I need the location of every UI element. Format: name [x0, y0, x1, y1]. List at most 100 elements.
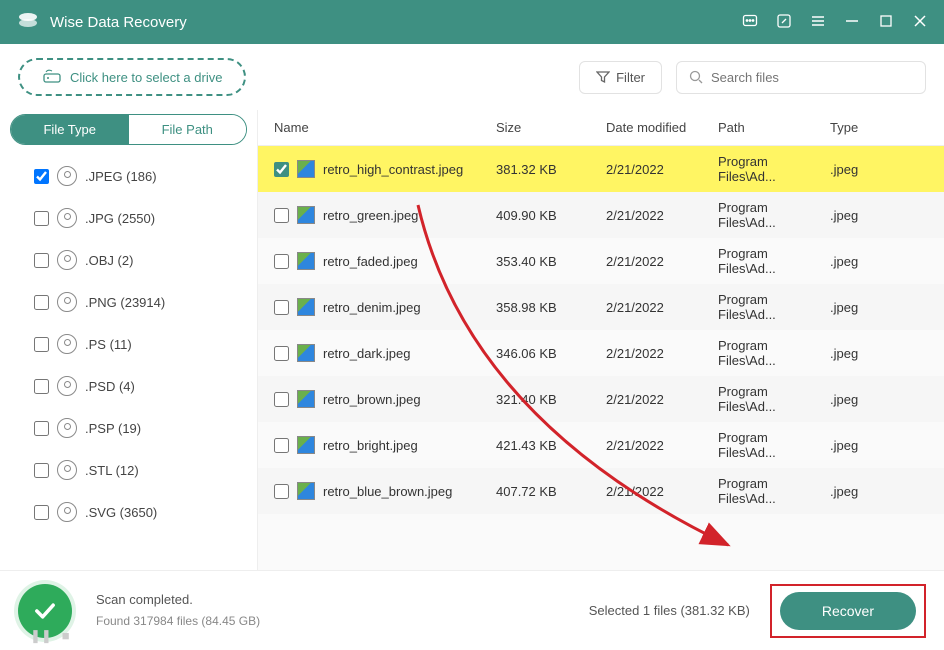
col-size[interactable]: Size [488, 110, 598, 145]
feedback-icon[interactable] [742, 13, 758, 32]
table-row[interactable]: retro_blue_brown.jpeg 407.72 KB 2/21/202… [258, 468, 944, 514]
row-checkbox[interactable] [274, 438, 289, 453]
type-label: .OBJ (2) [85, 253, 133, 268]
type-label: .PNG (23914) [85, 295, 165, 310]
row-checkbox[interactable] [274, 484, 289, 499]
minimize-icon[interactable] [844, 13, 860, 32]
type-item[interactable]: .PSD (4) [4, 365, 253, 407]
tab-file-path[interactable]: File Path [129, 115, 247, 144]
type-item[interactable]: .STL (12) [4, 449, 253, 491]
row-checkbox[interactable] [274, 162, 289, 177]
person-icon [57, 418, 77, 438]
sidebar: File Type File Path .JPEG (186) .JPG (25… [0, 110, 258, 570]
search-icon [689, 70, 703, 84]
file-path: Program Files\Ad... [710, 466, 822, 516]
file-size: 381.32 KB [488, 152, 598, 187]
col-type[interactable]: Type [822, 110, 892, 145]
type-item[interactable]: .PNG (23914) [4, 281, 253, 323]
row-checkbox[interactable] [274, 208, 289, 223]
file-date: 2/21/2022 [598, 382, 710, 417]
type-item[interactable]: .PSP (19) [4, 407, 253, 449]
titlebar: Wise Data Recovery [0, 0, 944, 44]
file-thumbnail-icon [297, 252, 315, 270]
file-type: .jpeg [822, 198, 892, 233]
row-checkbox[interactable] [274, 300, 289, 315]
type-checkbox[interactable] [34, 337, 49, 352]
maximize-icon[interactable] [878, 13, 894, 32]
type-checkbox[interactable] [34, 253, 49, 268]
table-row[interactable]: retro_faded.jpeg 353.40 KB 2/21/2022 Pro… [258, 238, 944, 284]
type-list: .JPEG (186) .JPG (2550) .OBJ (2) .PNG (2… [0, 155, 257, 570]
file-date: 2/21/2022 [598, 428, 710, 463]
table-row[interactable]: retro_brown.jpeg 321.40 KB 2/21/2022 Pro… [258, 376, 944, 422]
type-item[interactable]: .JPG (2550) [4, 197, 253, 239]
file-thumbnail-icon [297, 298, 315, 316]
file-thumbnail-icon [297, 206, 315, 224]
recover-highlight: Recover [770, 584, 926, 638]
col-name[interactable]: Name [258, 110, 488, 145]
filter-button[interactable]: Filter [579, 61, 662, 94]
type-label: .SVG (3650) [85, 505, 157, 520]
type-label: .PS (11) [85, 337, 132, 352]
scan-controls: ❚❚ ■ [30, 628, 70, 644]
recover-button[interactable]: Recover [780, 592, 916, 630]
type-item[interactable]: .OBJ (2) [4, 239, 253, 281]
row-checkbox[interactable] [274, 254, 289, 269]
type-checkbox[interactable] [34, 169, 49, 184]
tab-file-type[interactable]: File Type [11, 115, 129, 144]
table-row[interactable]: retro_green.jpeg 409.90 KB 2/21/2022 Pro… [258, 192, 944, 238]
type-checkbox[interactable] [34, 211, 49, 226]
person-icon [57, 250, 77, 270]
person-icon [57, 166, 77, 186]
table-row[interactable]: retro_dark.jpeg 346.06 KB 2/21/2022 Prog… [258, 330, 944, 376]
table-row[interactable]: retro_high_contrast.jpeg 381.32 KB 2/21/… [258, 146, 944, 192]
file-path: Program Files\Ad... [710, 146, 822, 194]
table-row[interactable]: retro_denim.jpeg 358.98 KB 2/21/2022 Pro… [258, 284, 944, 330]
app-logo-icon [16, 10, 40, 34]
file-date: 2/21/2022 [598, 152, 710, 187]
menu-icon[interactable] [810, 13, 826, 32]
filter-label: Filter [616, 70, 645, 85]
type-item[interactable]: .PS (11) [4, 323, 253, 365]
table-row[interactable]: retro_bright.jpeg 421.43 KB 2/21/2022 Pr… [258, 422, 944, 468]
sidebar-tabs: File Type File Path [10, 114, 247, 145]
file-name: retro_green.jpeg [323, 208, 418, 223]
row-checkbox[interactable] [274, 392, 289, 407]
type-checkbox[interactable] [34, 505, 49, 520]
type-item[interactable]: .JPEG (186) [4, 155, 253, 197]
search-box[interactable] [676, 61, 926, 94]
file-name: retro_brown.jpeg [323, 392, 421, 407]
person-icon [57, 502, 77, 522]
col-date[interactable]: Date modified [598, 110, 710, 145]
row-checkbox[interactable] [274, 346, 289, 361]
status-text: Scan completed. Found 317984 files (84.4… [96, 588, 260, 633]
type-checkbox[interactable] [34, 295, 49, 310]
type-checkbox[interactable] [34, 421, 49, 436]
file-path: Program Files\Ad... [710, 374, 822, 424]
status-detail: Found 317984 files (84.45 GB) [96, 611, 260, 633]
type-checkbox[interactable] [34, 379, 49, 394]
file-size: 421.43 KB [488, 428, 598, 463]
file-type: .jpeg [822, 152, 892, 187]
file-name: retro_denim.jpeg [323, 300, 421, 315]
file-path: Program Files\Ad... [710, 190, 822, 240]
person-icon [57, 208, 77, 228]
edit-icon[interactable] [776, 13, 792, 32]
file-name: retro_bright.jpeg [323, 438, 418, 453]
file-date: 2/21/2022 [598, 336, 710, 371]
select-drive-button[interactable]: Click here to select a drive [18, 58, 246, 96]
close-icon[interactable] [912, 13, 928, 32]
stop-icon[interactable]: ■ [62, 628, 70, 644]
file-thumbnail-icon [297, 436, 315, 454]
type-checkbox[interactable] [34, 463, 49, 478]
file-name: retro_dark.jpeg [323, 346, 410, 361]
file-thumbnail-icon [297, 160, 315, 178]
status-title: Scan completed. [96, 588, 260, 611]
filter-icon [596, 70, 610, 84]
type-item[interactable]: .SVG (3650) [4, 491, 253, 533]
main: File Type File Path .JPEG (186) .JPG (25… [0, 110, 944, 570]
search-input[interactable] [711, 70, 913, 85]
pause-icon[interactable]: ❚❚ [30, 628, 52, 644]
selected-text: Selected 1 files (381.32 KB) [589, 603, 750, 618]
col-path[interactable]: Path [710, 110, 822, 145]
